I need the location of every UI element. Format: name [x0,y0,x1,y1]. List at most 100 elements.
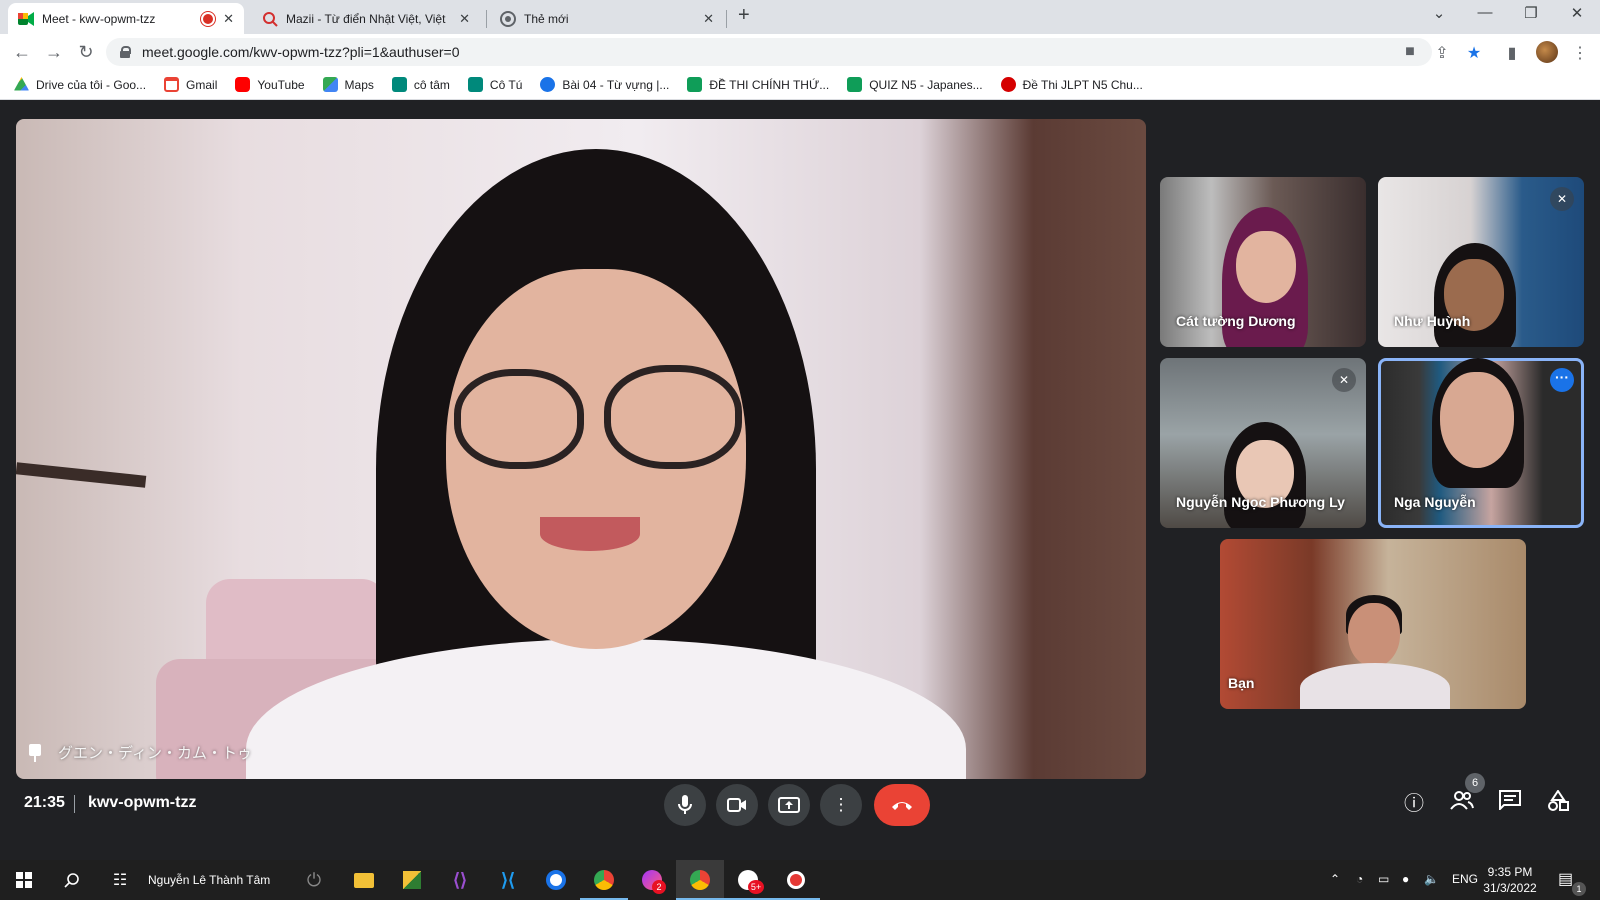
tab-title: Meet - kwv-opwm-tzz [42,11,156,26]
bookmark-co-tam[interactable]: cô tâm [391,77,450,92]
windows-start-icon[interactable] [10,866,38,894]
notification-center-icon[interactable]: ▤ [1558,869,1573,889]
more-vert-icon: ⋮ [832,795,850,814]
vscode-icon[interactable]: ⟩⟨ [494,866,522,894]
screen-recorder-icon[interactable] [782,866,810,894]
bookmark-drive[interactable]: Drive của tôi - Goo... [14,77,146,92]
glasses-left [454,369,584,469]
task-view-icon[interactable]: ☷ [106,866,134,894]
address-bar[interactable]: meet.google.com/kwv-opwm-tzz?pli=1&authu… [106,38,1432,66]
search-icon[interactable] [58,866,86,894]
meeting-time: 21:35 [24,794,65,811]
zalo-badge: 5+ [748,880,764,894]
taskbar-clock[interactable]: 9:35 PM 31/3/2022 [1480,864,1540,896]
tab-search-icon[interactable]: ⌄ [1424,4,1454,22]
chrome-active-icon[interactable] [686,866,714,894]
close-window-icon[interactable]: ✕ [1562,4,1592,22]
present-screen-button[interactable] [768,784,810,826]
bookmark-jlpt-n5[interactable]: Đề Thi JLPT N5 Chu... [1000,77,1143,92]
chrome-icon[interactable] [590,866,618,894]
globe-icon [540,77,556,92]
sheets-icon [847,77,863,92]
people-icon[interactable] [1448,790,1476,818]
participant-name: Cát tường Dương [1176,313,1296,329]
participant-tile[interactable]: Cát tường Dương [1160,177,1366,347]
more-options-icon[interactable]: ··· [1550,368,1574,392]
present-icon [778,797,800,813]
main-participant-name: グエン・ディン・カム・トゥ [58,745,252,762]
network-icon[interactable]: ◔ [1356,872,1363,886]
camera-in-use-icon[interactable]: ■ [1400,43,1420,61]
language-indicator[interactable]: ENG [1452,872,1478,886]
back-icon[interactable]: ← [10,40,34,64]
browser-toolbar: ← → ↻ meet.google.com/kwv-opwm-tzz?pli=1… [0,34,1600,70]
battery-icon[interactable]: ▭ [1378,872,1389,886]
microphone-button[interactable] [664,784,706,826]
app-icon[interactable] [542,866,570,894]
taskbar-user-label[interactable]: Nguyễn Lê Thành Tâm [148,873,270,887]
restore-icon[interactable]: ❐ [1516,4,1546,22]
bookmark-de-thi[interactable]: ĐỀ THI CHÍNH THỨ... [687,77,829,92]
tab-new[interactable]: Thẻ mới ✕ [490,3,724,34]
excel-like-app-icon[interactable] [398,866,426,894]
close-icon[interactable]: ✕ [459,11,470,27]
bookmark-quiz-n5[interactable]: QUIZ N5 - Japanes... [847,77,983,92]
chrome-icon [500,10,516,27]
participant-name: Như Huỳnh [1394,313,1471,329]
bookmark-bai-04[interactable]: Bài 04 - Từ vựng |... [540,77,669,92]
show-hidden-icons[interactable]: ⌃ [1330,872,1340,886]
file-explorer-icon[interactable] [350,866,378,894]
close-icon[interactable]: ✕ [223,11,234,27]
bookmark-youtube[interactable]: YouTube [235,77,305,92]
microphone-tray-icon[interactable]: ● [1402,872,1409,886]
participant-name: Nga Nguyễn [1394,494,1476,510]
microphone-icon [678,795,692,814]
tab-meet[interactable]: Meet - kwv-opwm-tzz ✕ [8,3,244,34]
share-icon[interactable]: ⇪ [1432,43,1452,63]
tab-separator [486,10,487,28]
participant-tile[interactable]: ✕ Như Huỳnh [1378,177,1584,347]
site-icon [1000,77,1016,92]
bookmark-star-icon[interactable]: ★ [1464,43,1484,63]
meet-stage: グエン・ディン・カム・トゥ Cát tường Dương ✕ Như Huỳn… [0,101,1600,849]
pin-icon[interactable] [28,743,42,762]
forward-icon[interactable]: → [42,40,66,64]
tab-mazii[interactable]: Mazii - Từ điển Nhật Việt, Việt Nhật ✕ [252,3,480,34]
avatar[interactable] [1536,41,1558,63]
more-options-button[interactable]: ⋮ [820,784,862,826]
meeting-code: kwv-opwm-tzz [88,794,197,811]
visual-studio-icon[interactable]: ⟨⟩ [446,866,474,894]
camera-button[interactable] [716,784,758,826]
volume-icon[interactable]: 🔈 [1424,872,1439,886]
google-meet-icon [467,77,483,92]
bookmark-co-tu[interactable]: Cô Tú [467,77,522,92]
chat-icon[interactable] [1496,790,1524,818]
bookmark-maps[interactable]: Maps [322,77,374,92]
participant-tile[interactable]: ✕ Nguyễn Ngọc Phương Ly [1160,358,1366,528]
main-video-tile[interactable]: グエン・ディン・カム・トゥ [16,119,1146,779]
meeting-details-icon[interactable]: ⓘ [1400,790,1428,818]
google-meet-icon [391,77,407,92]
power-icon[interactable]: ⏻ [300,866,328,894]
tab-title: Mazii - Từ điển Nhật Việt, Việt Nhật [286,11,449,26]
notification-count: 1 [1572,882,1586,896]
activities-icon[interactable] [1544,789,1572,818]
menu-icon[interactable]: ⋮ [1570,43,1590,63]
person-face [1348,603,1400,667]
side-panel-icon[interactable]: ▮ [1502,43,1522,63]
drive-icon [14,77,29,91]
minimize-icon[interactable]: — [1470,4,1500,21]
bookmark-gmail[interactable]: Gmail [164,77,217,92]
participant-tile-self[interactable]: Bạn [1220,539,1526,709]
recording-icon [203,13,214,24]
new-tab-button[interactable]: + [738,4,750,27]
lock-icon [120,46,131,58]
participant-tile-highlighted[interactable]: ··· Nga Nguyễn [1378,358,1584,528]
bookmarks-bar: Drive của tôi - Goo... Gmail YouTube Map… [0,70,1600,100]
reload-icon[interactable]: ↻ [74,40,98,64]
end-call-button[interactable] [874,784,930,826]
close-icon[interactable]: ✕ [703,11,714,27]
meet-control-bar: 21:35 kwv-opwm-tzz ⋮ ⓘ 6 [0,773,1600,840]
participant-name: Nguyễn Ngọc Phương Ly [1176,494,1345,510]
tab-separator [726,10,727,28]
